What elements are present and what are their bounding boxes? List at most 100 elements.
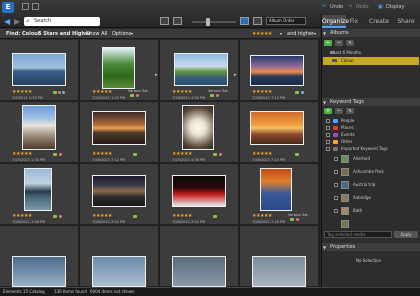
remove-album-icon[interactable]: − [335,40,343,46]
rating-stars[interactable]: ★★★★★ [12,152,32,157]
tag-category-other[interactable]: Other [341,139,352,144]
sort-dropdown[interactable]: Album Order [266,17,306,25]
tag-austria-trip[interactable]: Austria trip [353,182,375,187]
photo-thumbnail[interactable] [252,256,306,287]
tag-checkbox[interactable] [334,196,338,200]
tab-create[interactable]: Create [366,15,392,28]
tag-checkbox[interactable] [326,133,330,137]
tag-ashcombe-park[interactable]: Ashcombe Park [353,169,384,174]
tag-checkbox[interactable] [326,119,330,123]
add-album-icon[interactable]: + [324,40,332,46]
rating-stars[interactable]: ★★★★★ [252,152,272,157]
media-cell[interactable] [80,226,159,287]
media-cell[interactable]: ★★★★★ 7/26/2011 7:12 PM [240,40,319,101]
forward-arrow-icon[interactable]: ▶ [14,18,22,26]
tag-checkbox[interactable] [334,170,338,174]
minimize-icon[interactable] [22,3,29,10]
show-all-button[interactable]: Show All [86,31,107,37]
media-cell[interactable]: ★★★★★ 7/26/2011 7:12 PM [80,102,159,163]
photo-thumbnail[interactable] [182,105,214,150]
restore-icon[interactable] [32,3,39,10]
collapse-albums-icon[interactable]: ▼ [323,31,326,36]
rating-stars[interactable]: ★★★★★ [172,152,192,157]
media-cell[interactable]: ★★★★★ 7/26/2011 7:13 PM [240,102,319,163]
photo-thumbnail[interactable] [92,111,146,145]
rating-stars[interactable]: ★★★★★ [92,152,112,157]
media-cell[interactable]: ★★★★★ 7/26/2011 3:51 PM [160,164,239,225]
photo-thumbnail[interactable] [12,53,66,86]
media-cell[interactable]: ★★★★★ 7/5/2011 1:33 PM [0,40,79,101]
albums-header[interactable]: Albums [322,29,420,37]
display-menu[interactable]: Display [386,4,404,10]
options-chevron-icon[interactable]: ▾ [131,31,133,37]
media-cell[interactable]: ★★★★★ Version Set 7/25/2011 1:22 PM [80,40,159,101]
edit-album-icon[interactable]: ✎ [346,40,354,46]
photo-thumbnail[interactable] [174,53,228,86]
tag-category-events[interactable]: Events [341,132,355,137]
rating-stars[interactable]: ★★★★★ [92,214,112,219]
properties-header[interactable]: Properties [322,243,420,251]
rating-stars[interactable]: ★★★★★ [12,214,32,219]
edit-tag-icon[interactable]: ✎ [346,108,354,114]
photo-thumbnail[interactable] [24,168,52,211]
zoom-slider-handle[interactable] [206,18,210,26]
photo-thumbnail[interactable] [92,175,146,207]
tag-checkbox[interactable] [326,126,330,130]
add-tag-icon[interactable]: + [324,108,332,114]
zoom-slider-track[interactable] [192,21,236,23]
rating-stars[interactable]: ★★★★★ [12,90,32,95]
rating-stars[interactable]: ★★★★★ [172,90,192,95]
options-menu[interactable]: Options [112,31,131,37]
thumbnail-small-icon[interactable] [160,17,169,25]
photo-thumbnail[interactable] [92,256,146,287]
expand-stack-icon[interactable]: ▸ [234,73,237,78]
tag-category-places[interactable]: Places [341,125,354,130]
photo-thumbnail[interactable] [250,111,304,145]
and-higher-dropdown[interactable]: and higher [287,31,314,37]
media-cell[interactable] [160,226,239,287]
search-input[interactable]: Search [24,17,100,26]
media-cell[interactable] [0,226,79,287]
tab-share[interactable]: Share [394,15,418,28]
collapse-tags-icon[interactable]: ▼ [323,100,326,105]
tab-organize[interactable]: Organize [322,15,349,28]
media-cell[interactable] [240,226,319,287]
rating-dropdown-icon[interactable]: ▾ [280,31,282,37]
rating-stars[interactable]: ★★★★★ [92,90,112,95]
display-icon[interactable]: ▣ [378,4,383,10]
rating-stars[interactable]: ★★★★★ [172,214,192,219]
thumbnail-large-icon[interactable] [240,17,249,25]
and-higher-chevron-icon[interactable]: ▾ [314,31,316,37]
photo-thumbnail[interactable] [22,105,56,150]
rating-stars[interactable]: ★★★★★ [252,90,272,95]
expand-stack-icon[interactable]: ▸ [155,73,158,78]
tag-axbridge[interactable]: Axbridge [353,195,371,200]
photo-thumbnail[interactable] [250,55,304,86]
tab-fix[interactable]: Fix [346,15,362,28]
tag-checkbox[interactable] [334,157,338,161]
tag-input[interactable]: Tag selected media [324,231,392,238]
media-cell[interactable]: ★★★★★ 7/25/2011 4:30 PM [160,102,239,163]
album-item-selected[interactable]: Colour [323,57,419,65]
undo-icon[interactable]: ↶ [322,4,326,10]
apply-tag-button[interactable]: Apply [394,231,418,238]
photo-thumbnail[interactable] [102,47,135,89]
tag-allerford[interactable]: Allerford [353,156,370,161]
photo-thumbnail[interactable] [172,175,226,207]
album-item[interactable]: Last 6 Months [323,49,419,56]
photo-icon[interactable] [173,17,182,25]
keyword-tags-header[interactable]: Keyword Tags [322,98,420,106]
collapse-properties-icon[interactable]: ▼ [323,245,326,250]
redo-button[interactable]: Redo [356,4,369,10]
photo-thumbnail[interactable] [172,256,226,287]
tag-bath[interactable]: Bath [353,208,362,213]
tag-checkbox[interactable] [326,140,330,144]
tag-category-people[interactable]: People [341,118,354,123]
media-cell[interactable]: ★★★★★ 7/26/2011 1:46 PM [0,164,79,225]
photo-thumbnail[interactable] [12,256,66,287]
media-cell[interactable]: ★★★★★ Version Set 7/18/2011 4:30 PM [160,40,239,101]
tag-checkbox[interactable] [334,209,338,213]
redo-icon[interactable]: ↷ [348,4,352,10]
undo-button[interactable]: Undo [330,4,343,10]
media-cell[interactable]: ★★★★★ Version Set 7/26/2011 7:16 PM [240,164,319,225]
